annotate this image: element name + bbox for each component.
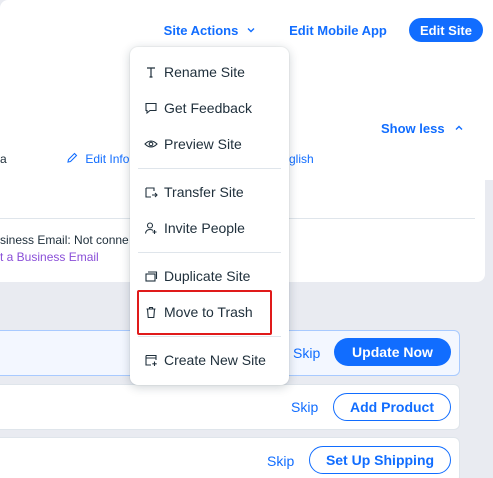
business-email-status: siness Email: Not conne [0, 233, 129, 247]
menu-item-duplicate-site[interactable]: Duplicate Site [130, 258, 289, 294]
show-less-link[interactable]: Show less [381, 121, 464, 136]
skip-link-3[interactable]: Skip [267, 453, 294, 469]
menu-item-label: Duplicate Site [164, 268, 251, 284]
text-icon [144, 65, 158, 79]
edit-site-label: Edit Site [419, 22, 472, 38]
info-left-fragment: a [0, 152, 7, 166]
menu-item-rename-site[interactable]: Rename Site [130, 54, 289, 90]
menu-separator [138, 168, 281, 169]
menu-item-invite-people[interactable]: Invite People [130, 210, 289, 246]
language-link-fragment[interactable]: glish [289, 152, 314, 166]
menu-item-label: Transfer Site [164, 184, 244, 200]
menu-item-preview-site[interactable]: Preview Site [130, 126, 289, 162]
edit-mobile-app-label: Edit Mobile App [289, 22, 387, 38]
show-less-label: Show less [381, 121, 445, 136]
menu-item-get-feedback[interactable]: Get Feedback [130, 90, 289, 126]
skip-link-2[interactable]: Skip [291, 399, 318, 415]
set-up-shipping-button[interactable]: Set Up Shipping [309, 446, 451, 474]
business-email-link[interactable]: t a Business Email [0, 250, 99, 264]
menu-item-transfer-site[interactable]: Transfer Site [130, 174, 289, 210]
menu-item-create-new-site[interactable]: Create New Site [130, 342, 289, 378]
skip-link-1[interactable]: Skip [293, 345, 320, 361]
site-actions-label: Site Actions [163, 22, 239, 38]
site-actions-menu: Rename Site Get Feedback Preview Site Tr… [130, 47, 289, 385]
menu-item-move-to-trash[interactable]: Move to Trash [130, 294, 289, 330]
new-site-icon [144, 353, 158, 367]
update-now-button[interactable]: Update Now [334, 338, 451, 366]
menu-item-label: Move to Trash [164, 304, 253, 320]
edit-mobile-app-button[interactable]: Edit Mobile App [279, 18, 397, 42]
trash-icon [144, 305, 158, 319]
menu-item-label: Preview Site [164, 136, 242, 152]
menu-separator [138, 336, 281, 337]
menu-separator [138, 252, 281, 253]
eye-icon [144, 137, 158, 151]
duplicate-icon [144, 269, 158, 283]
edit-info-link[interactable]: Edit Info [66, 152, 129, 166]
chat-bubble-icon [144, 101, 158, 115]
menu-item-label: Invite People [164, 220, 245, 236]
add-product-button[interactable]: Add Product [333, 393, 451, 421]
pencil-icon [66, 152, 78, 164]
chevron-down-icon [246, 25, 256, 35]
menu-item-label: Rename Site [164, 64, 245, 80]
menu-item-label: Get Feedback [164, 100, 252, 116]
site-actions-button[interactable]: Site Actions [153, 18, 267, 42]
add-person-icon [144, 221, 158, 235]
transfer-icon [144, 185, 158, 199]
edit-site-button[interactable]: Edit Site [409, 18, 483, 42]
menu-item-label: Create New Site [164, 352, 266, 368]
edit-info-label: Edit Info [85, 152, 130, 166]
chevron-up-icon [454, 121, 464, 131]
